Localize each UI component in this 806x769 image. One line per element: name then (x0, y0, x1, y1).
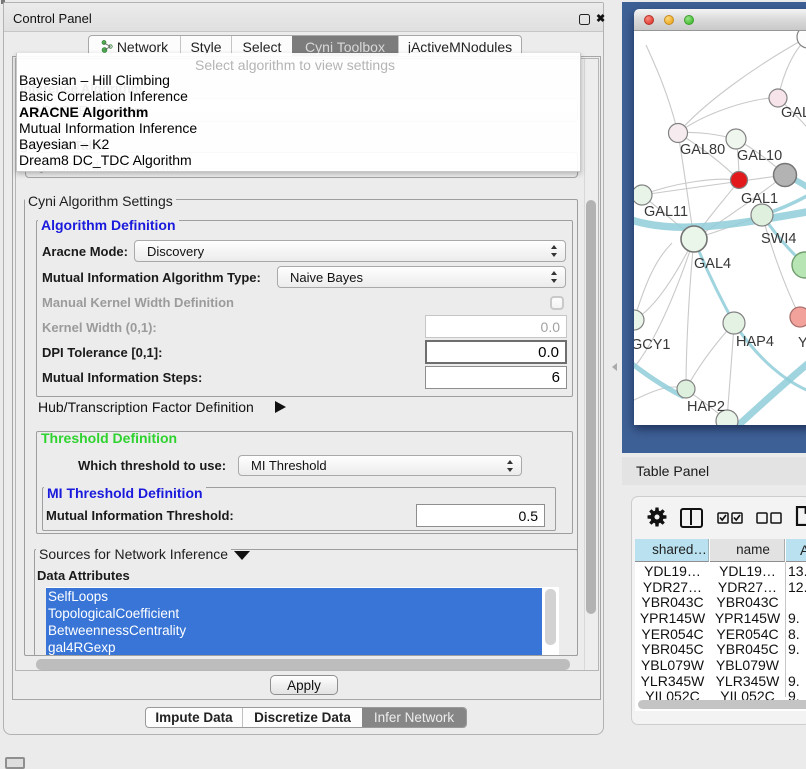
svg-text:HAP2: HAP2 (687, 399, 725, 415)
svg-text:HAP4: HAP4 (736, 334, 774, 350)
svg-text:GAL1: GAL1 (741, 191, 778, 207)
svg-text:GAL4: GAL4 (694, 256, 731, 272)
svg-text:GCY1: GCY1 (634, 337, 671, 353)
svg-text:Y: Y (798, 335, 806, 351)
svg-text:GAL80: GAL80 (680, 142, 725, 158)
svg-text:GAL10: GAL10 (737, 148, 782, 164)
svg-text:GAL: GAL (781, 105, 806, 121)
svg-text:SWI4: SWI4 (761, 231, 796, 247)
svg-text:GAL11: GAL11 (644, 204, 688, 220)
